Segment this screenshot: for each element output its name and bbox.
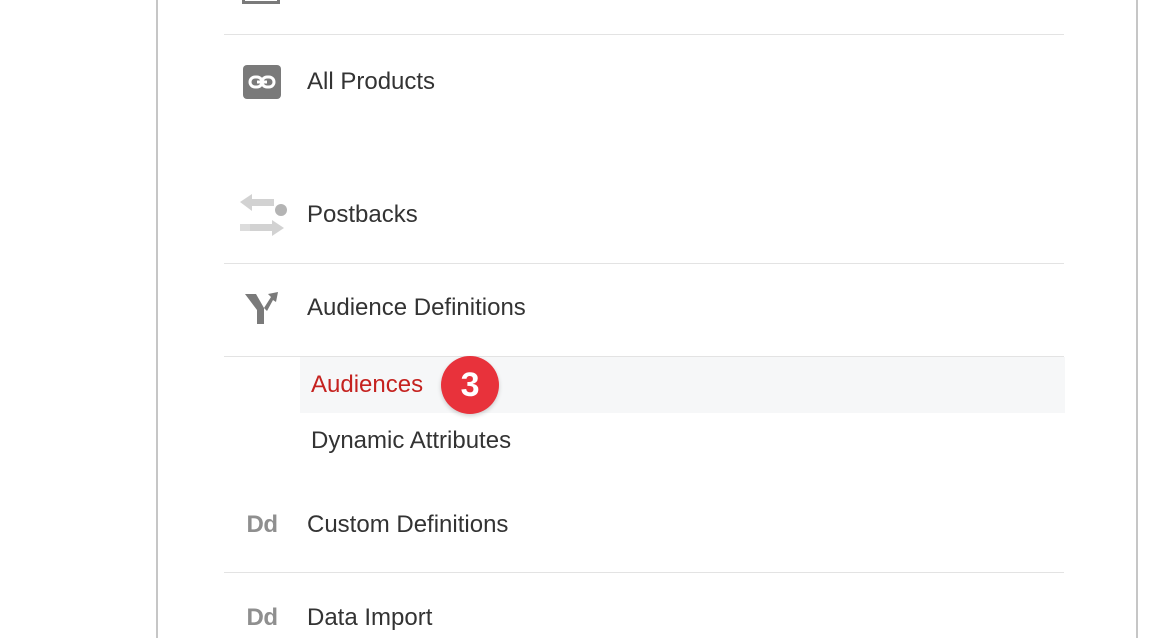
dd-icon: Dd bbox=[222, 598, 302, 638]
nav-item-label: All Products bbox=[307, 68, 436, 95]
nav-item-label: Custom Definitions bbox=[307, 511, 509, 538]
divider bbox=[224, 572, 1064, 573]
step-number-badge: 3 bbox=[441, 356, 500, 414]
nav-item-custom-definitions[interactable]: Dd Custom Definitions bbox=[224, 505, 1064, 545]
nav-item-data-import[interactable]: Dd Data Import bbox=[224, 598, 1064, 638]
nav-item-audience-definitions[interactable]: Audience Definitions bbox=[224, 288, 1064, 328]
divider bbox=[224, 263, 1064, 264]
nav-subitem-label: Dynamic Attributes bbox=[311, 427, 512, 454]
dd-icon: Dd bbox=[222, 505, 302, 545]
nav-item-label: Postbacks bbox=[307, 201, 418, 228]
dd-icon-text: Dd bbox=[246, 511, 279, 538]
postback-arrows-icon bbox=[222, 194, 302, 236]
nav-subitem-audiences[interactable]: Audiences 3 bbox=[300, 356, 1065, 414]
nav-item-all-products[interactable]: All Products bbox=[224, 62, 1064, 102]
fork-icon bbox=[222, 288, 302, 328]
nav-subitem-label: Audiences bbox=[311, 371, 424, 398]
divider bbox=[224, 34, 1064, 35]
clipped-nav-icon bbox=[242, 0, 280, 4]
link-icon bbox=[222, 62, 302, 102]
nav-item-label: Audience Definitions bbox=[307, 294, 526, 321]
nav-subitem-dynamic-attributes[interactable]: Dynamic Attributes bbox=[300, 413, 1065, 469]
nav-item-postbacks[interactable]: Postbacks bbox=[222, 194, 1064, 236]
